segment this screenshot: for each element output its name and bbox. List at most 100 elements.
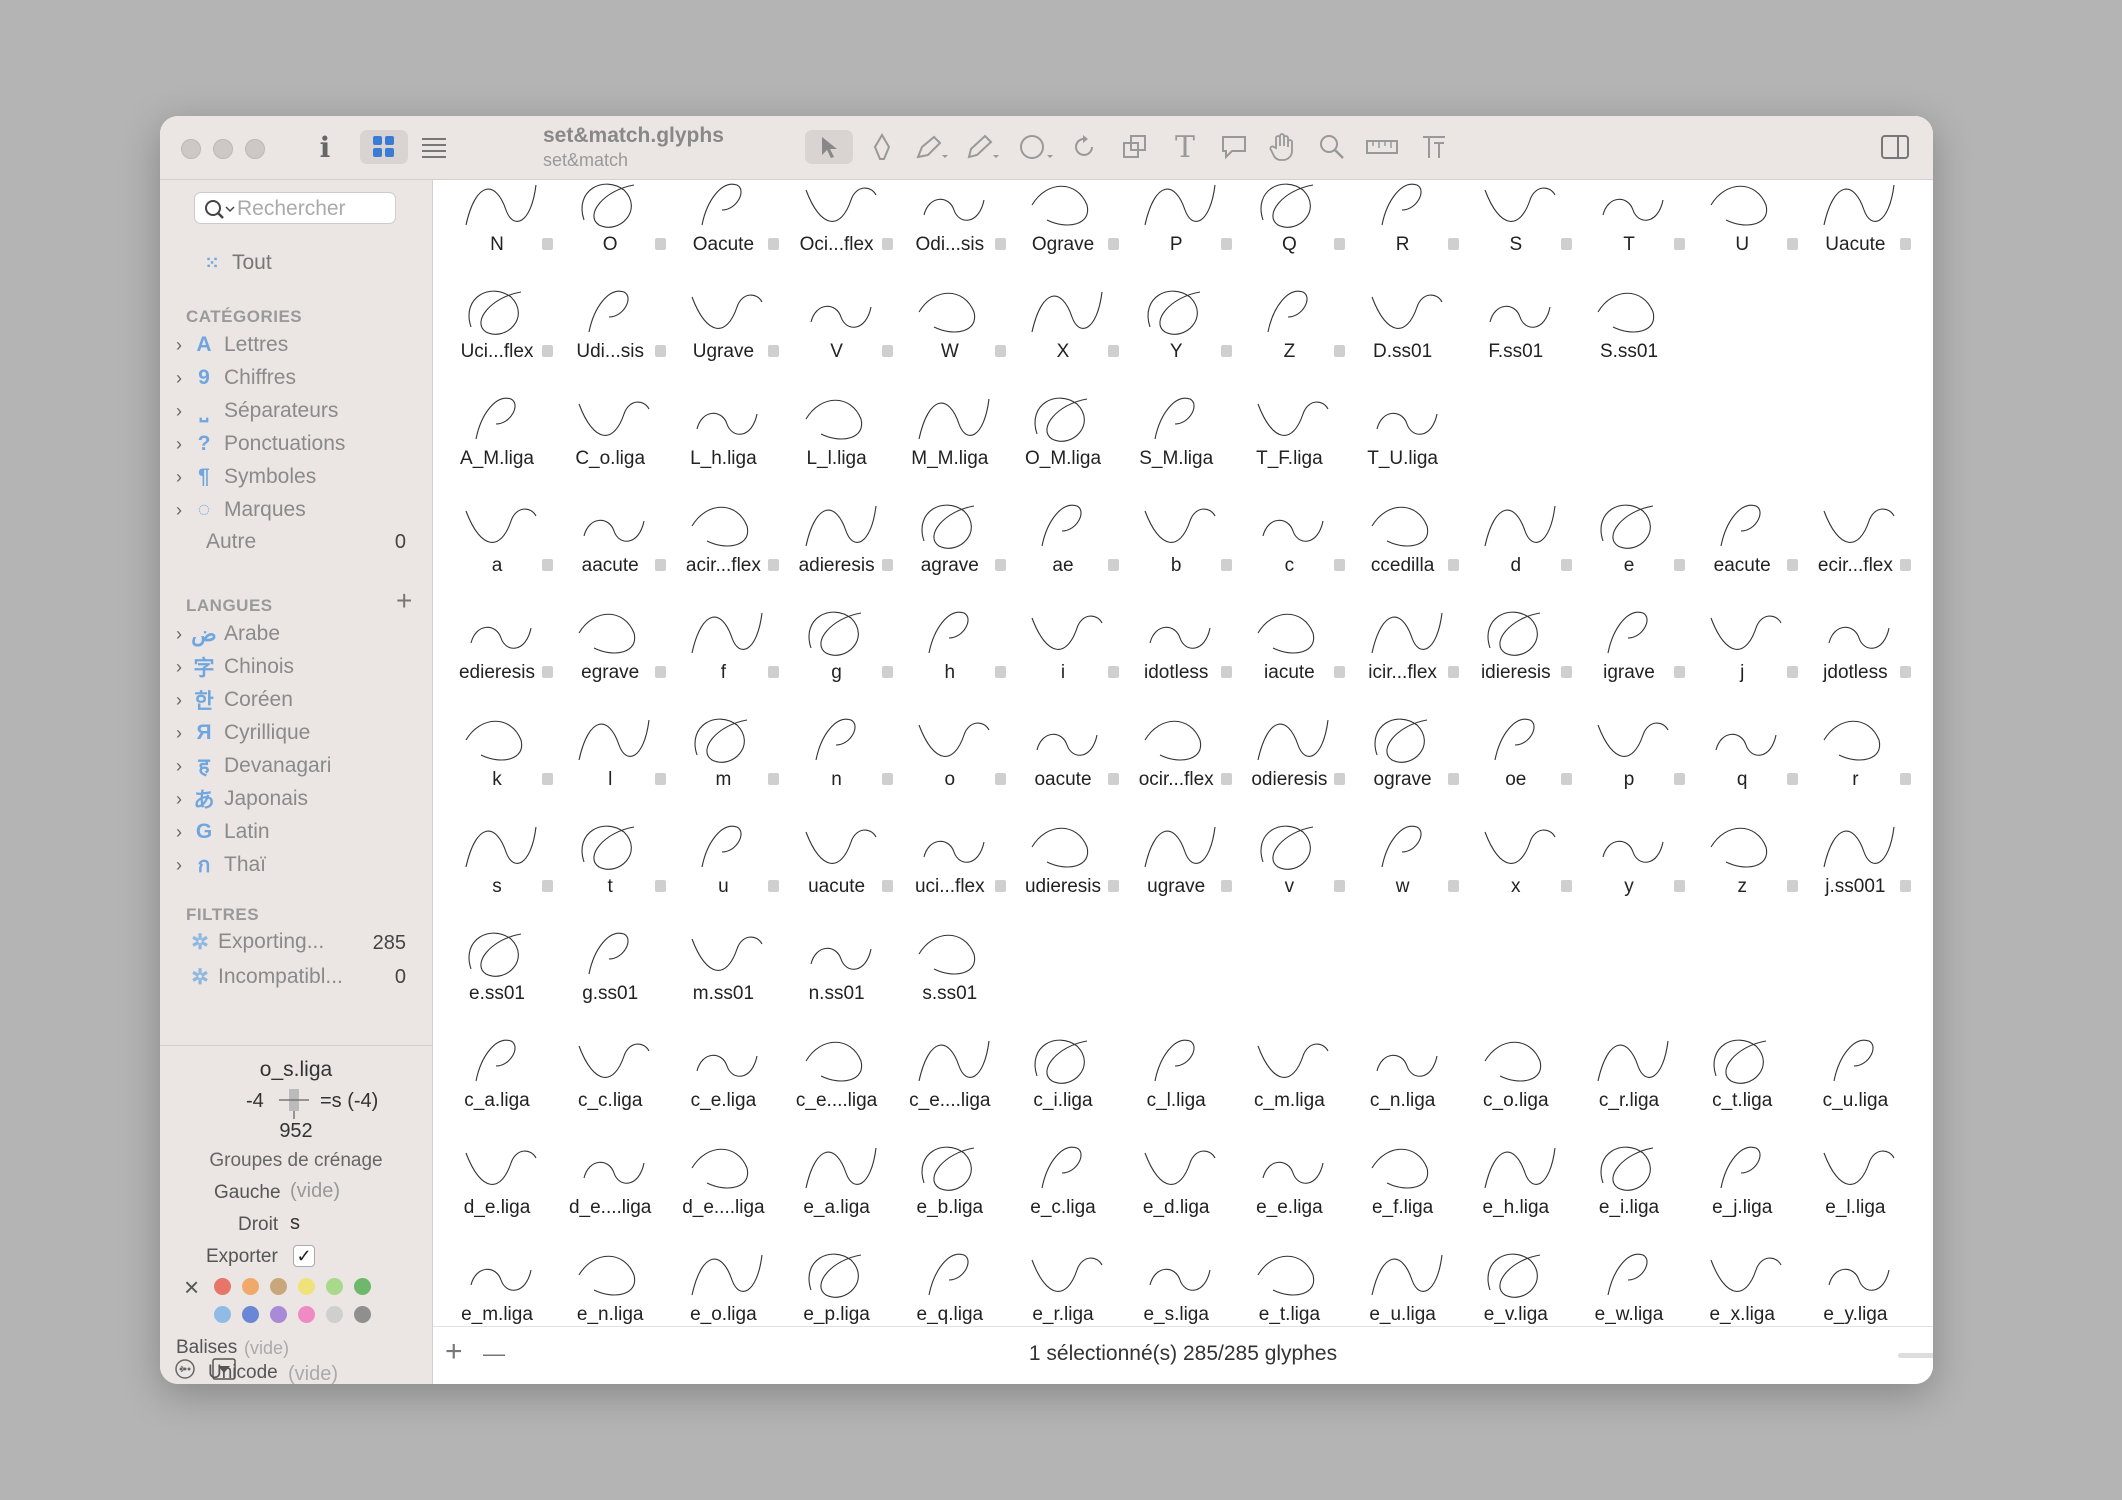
scale-tool-button[interactable] bbox=[1118, 130, 1152, 164]
glyph-cell[interactable]: c_u.liga bbox=[1803, 1022, 1915, 1129]
color-swatch[interactable] bbox=[354, 1306, 371, 1323]
glyph-cell[interactable]: c_n.liga bbox=[1351, 1022, 1463, 1129]
glyph-cell[interactable]: e_j.liga bbox=[1690, 1129, 1802, 1236]
chevron-right-icon[interactable]: › bbox=[176, 434, 190, 455]
chevron-right-icon[interactable]: › bbox=[176, 335, 190, 356]
category-item[interactable]: › ⎵ Séparateurs bbox=[176, 396, 338, 426]
sidebar-item-other[interactable]: Autre bbox=[206, 527, 256, 557]
category-item[interactable]: ›? Ponctuations bbox=[176, 429, 345, 459]
language-item[interactable]: › あ Japonais bbox=[176, 784, 308, 814]
glyph-cell[interactable]: d_e....liga bbox=[671, 1129, 783, 1236]
glyph-cell[interactable]: e_w.liga bbox=[1577, 1236, 1689, 1326]
glyph-cell[interactable]: ecir...flex bbox=[1803, 487, 1915, 594]
glyph-cell[interactable]: m.ss01 bbox=[671, 915, 783, 1022]
language-item[interactable]: › ض Arabe bbox=[176, 619, 280, 649]
glyph-cell[interactable]: p bbox=[1577, 701, 1689, 808]
glyph-cell[interactable]: c_e....liga bbox=[785, 1022, 897, 1129]
glyph-cell[interactable]: ograve bbox=[1351, 701, 1463, 808]
glyph-cell[interactable]: e_f.liga bbox=[1351, 1129, 1463, 1236]
glyph-cell[interactable]: g bbox=[785, 594, 897, 701]
sidebar-toggle-button[interactable] bbox=[1878, 130, 1912, 164]
glyph-cell[interactable]: v bbox=[1237, 808, 1349, 915]
glyph-cell[interactable]: ae bbox=[1011, 487, 1123, 594]
tags-field[interactable]: (vide) bbox=[244, 1338, 289, 1359]
glyph-cell[interactable]: e_t.liga bbox=[1237, 1236, 1349, 1326]
chevron-right-icon[interactable]: › bbox=[176, 855, 190, 876]
sidebar-item-all[interactable]: ⁙ Tout bbox=[198, 248, 271, 278]
glyph-cell[interactable]: eacute bbox=[1690, 487, 1802, 594]
zoom-tool-button[interactable] bbox=[1315, 130, 1349, 164]
glyph-cell[interactable]: e bbox=[1577, 487, 1689, 594]
glyph-cell[interactable]: f bbox=[671, 594, 783, 701]
zoom-window-button[interactable] bbox=[245, 139, 265, 159]
glyph-cell[interactable]: egrave bbox=[558, 594, 670, 701]
glyph-cell[interactable]: c_l.liga bbox=[1124, 1022, 1236, 1129]
language-item[interactable]: › 한 Coréen bbox=[176, 685, 293, 715]
draw-tool-button[interactable] bbox=[865, 130, 899, 164]
glyph-cell[interactable]: U bbox=[1690, 180, 1802, 273]
chevron-right-icon[interactable]: › bbox=[176, 368, 190, 389]
glyph-cell[interactable]: x bbox=[1464, 808, 1576, 915]
category-item[interactable]: › ¶ Symboles bbox=[176, 462, 316, 492]
glyph-cell[interactable]: igrave bbox=[1577, 594, 1689, 701]
chevron-right-icon[interactable]: › bbox=[176, 756, 190, 777]
glyph-cell[interactable]: e_p.liga bbox=[785, 1236, 897, 1326]
category-item[interactable]: › 9 Chiffres bbox=[176, 363, 296, 393]
glyph-cell[interactable]: t bbox=[558, 808, 670, 915]
glyph-cell[interactable]: j.ss001 bbox=[1803, 808, 1915, 915]
color-swatch[interactable] bbox=[242, 1278, 259, 1295]
close-window-button[interactable] bbox=[181, 139, 201, 159]
glyph-cell[interactable]: R bbox=[1351, 180, 1463, 273]
glyph-cell[interactable]: c_t.liga bbox=[1690, 1022, 1802, 1129]
glyph-cell[interactable]: T bbox=[1577, 180, 1689, 273]
glyph-cell[interactable]: Uacute bbox=[1803, 180, 1915, 273]
glyph-cell[interactable]: s.ss01 bbox=[898, 915, 1010, 1022]
glyph-cell[interactable]: T_F.liga bbox=[1237, 380, 1349, 487]
glyph-cell[interactable]: r bbox=[1803, 701, 1915, 808]
glyph-cell[interactable]: odieresis bbox=[1237, 701, 1349, 808]
language-item[interactable]: › 字 Chinois bbox=[176, 652, 294, 682]
shape-tool-button[interactable] bbox=[1016, 130, 1056, 164]
glyph-cell[interactable]: e_m.liga bbox=[445, 1236, 557, 1326]
glyph-cell[interactable]: L_l.liga bbox=[785, 380, 897, 487]
glyph-cell[interactable]: W bbox=[898, 273, 1010, 380]
category-item[interactable]: › A Lettres bbox=[176, 330, 288, 360]
chevron-right-icon[interactable]: › bbox=[176, 624, 190, 645]
color-swatch[interactable] bbox=[354, 1278, 371, 1295]
glyph-cell[interactable]: adieresis bbox=[785, 487, 897, 594]
glyph-cell[interactable]: e_x.liga bbox=[1690, 1236, 1802, 1326]
language-item[interactable]: › Я Cyrillique bbox=[176, 718, 310, 748]
kerning-tool-button[interactable] bbox=[1417, 130, 1451, 164]
glyph-cell[interactable]: c_r.liga bbox=[1577, 1022, 1689, 1129]
glyph-cell[interactable]: j bbox=[1690, 594, 1802, 701]
glyph-cell[interactable]: Ograve bbox=[1011, 180, 1123, 273]
grid-view-button[interactable] bbox=[360, 130, 408, 164]
hand-tool-button[interactable] bbox=[1265, 130, 1299, 164]
color-swatch[interactable] bbox=[270, 1306, 287, 1323]
glyph-cell[interactable]: d_e....liga bbox=[558, 1129, 670, 1236]
unicode-field[interactable]: (vide) bbox=[288, 1363, 338, 1384]
glyph-cell[interactable]: u bbox=[671, 808, 783, 915]
glyph-cell[interactable]: oacute bbox=[1011, 701, 1123, 808]
glyph-cell[interactable]: m bbox=[671, 701, 783, 808]
language-item[interactable]: › ह Devanagari bbox=[176, 751, 331, 781]
glyph-cell[interactable]: F.ss01 bbox=[1464, 273, 1576, 380]
color-swatch[interactable] bbox=[326, 1306, 343, 1323]
glyph-cell[interactable]: ugrave bbox=[1124, 808, 1236, 915]
search-field[interactable]: Rechercher bbox=[194, 192, 396, 224]
chevron-right-icon[interactable]: › bbox=[176, 789, 190, 810]
glyph-cell[interactable]: e_h.liga bbox=[1464, 1129, 1576, 1236]
glyph-cell[interactable]: S bbox=[1464, 180, 1576, 273]
glyph-cell[interactable]: c bbox=[1237, 487, 1349, 594]
language-item[interactable]: › ก Thaï bbox=[176, 850, 266, 880]
glyph-cell[interactable]: Uci...flex bbox=[445, 273, 557, 380]
glyph-cell[interactable]: d bbox=[1464, 487, 1576, 594]
glyph-cell[interactable]: c_c.liga bbox=[558, 1022, 670, 1129]
glyph-cell[interactable]: oe bbox=[1464, 701, 1576, 808]
info-icon[interactable]: i bbox=[310, 130, 340, 164]
glyph-cell[interactable]: a bbox=[445, 487, 557, 594]
glyph-cell[interactable]: D.ss01 bbox=[1351, 273, 1463, 380]
annotation-tool-button[interactable] bbox=[1217, 130, 1251, 164]
glyph-cell[interactable]: X bbox=[1011, 273, 1123, 380]
list-view-button[interactable] bbox=[418, 130, 450, 164]
